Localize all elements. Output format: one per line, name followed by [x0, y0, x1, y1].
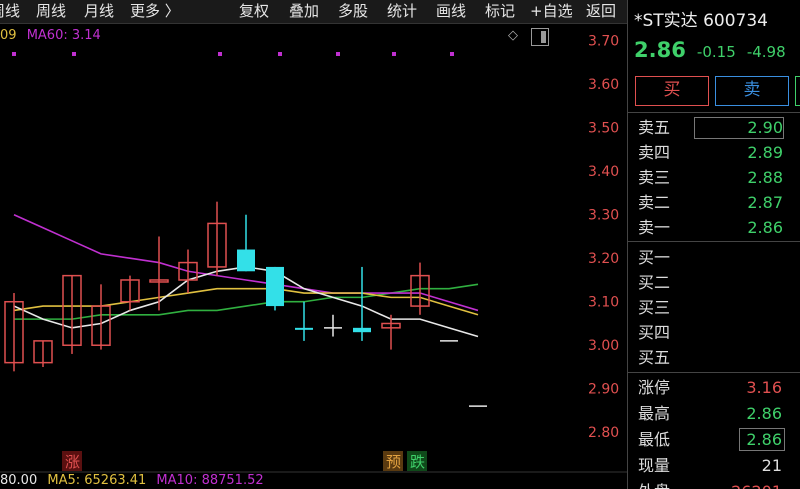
rise-marker: 涨: [65, 453, 80, 471]
draw-line-button[interactable]: 画线: [436, 1, 466, 21]
ask-row[interactable]: 卖五 2.90: [628, 116, 800, 140]
y-tick-label: 3.10: [588, 295, 619, 311]
ma-dot: [72, 52, 76, 56]
stock-title: *ST实达 600734: [634, 11, 768, 31]
ma-green-line: [14, 283, 479, 320]
add-watchlist-button[interactable]: +自选: [530, 1, 573, 21]
divider: [628, 112, 800, 113]
bid-row[interactable]: 买二: [628, 271, 800, 295]
price-row: 2.86 -0.15 -4.98: [634, 38, 786, 62]
order-level-label: 卖五: [638, 118, 671, 137]
stat-label: 外盘: [638, 480, 670, 489]
ma-dot: [392, 52, 396, 56]
fall-marker: 跌: [410, 453, 425, 471]
order-level-price: 2.89: [747, 143, 783, 162]
quote-panel: *ST实达 600734 2.86 -0.15 -4.98 买 卖 卖五 2.90…: [627, 0, 800, 489]
chart-toolbar: 周线 周线 月线 更多 〉 复权 叠加 多股 统计 画线 标记 +自选 返回: [0, 0, 627, 24]
ma-white-line: [13, 266, 479, 338]
order-level-label: 卖三: [638, 168, 671, 187]
ask-row[interactable]: 卖三 2.88: [628, 166, 800, 190]
overlay-button[interactable]: 叠加: [289, 1, 319, 21]
bid-row[interactable]: 买四: [628, 321, 800, 345]
buy-button[interactable]: 买: [635, 76, 709, 106]
mark-button[interactable]: 标记: [485, 1, 515, 21]
ma-dot: [12, 52, 16, 56]
multi-stock-button[interactable]: 多股: [338, 1, 368, 21]
ma-legend: 09 MA60: 3.14: [0, 28, 107, 43]
volume-ma10: MA10: 88751.52: [156, 473, 264, 488]
diamond-icon[interactable]: ◇: [508, 29, 520, 42]
stat-label: 涨停: [638, 378, 671, 397]
ma-dot: [336, 52, 340, 56]
y-tick-label: 3.30: [588, 208, 619, 224]
more-periods-button[interactable]: 更多 〉: [130, 1, 180, 21]
bid-row[interactable]: 买五: [628, 346, 800, 370]
order-level-label: 卖四: [638, 143, 671, 162]
stat-value: 2.86: [746, 430, 782, 449]
stat-label: 现量: [638, 456, 671, 475]
stat-label: 最低: [638, 430, 671, 449]
candle-body: [353, 327, 371, 333]
y-tick-label: 3.00: [588, 338, 619, 354]
ma30-label: 09: [0, 28, 17, 43]
order-level-price: 2.87: [747, 193, 783, 212]
period-week-button[interactable]: 周线: [36, 1, 66, 21]
y-tick-label: 2.90: [588, 382, 619, 398]
order-level-label: 买三: [638, 298, 671, 317]
divider: [628, 372, 800, 373]
volume-legend: 80.00 MA5: 65263.41 MA10: 88751.52: [0, 473, 264, 488]
ma60-label: MA60: 3.14: [26, 28, 101, 43]
order-level-price: 2.90: [747, 118, 783, 137]
stat-value: 3.16: [746, 378, 782, 397]
period-day-button[interactable]: 周线: [0, 1, 20, 21]
sell-button[interactable]: 卖: [715, 76, 789, 106]
period-month-button[interactable]: 月线: [84, 1, 114, 21]
stat-value: 21: [761, 456, 782, 475]
stat-value: 26201: [731, 480, 782, 489]
order-level-price: 2.88: [747, 168, 783, 187]
candle-body: [266, 266, 284, 307]
ask-row[interactable]: 卖四 2.89: [628, 141, 800, 165]
y-tick-label: 3.60: [588, 77, 619, 93]
order-level-price: 2.86: [747, 218, 783, 237]
kline-chart[interactable]: 3.70 3.60 3.50 3.40 3.30 3.20 3.10 3.00 2.90 2.80…: [0, 24, 627, 489]
price-change-pct: -4.98: [746, 43, 786, 61]
current-price: 2.86: [634, 38, 686, 62]
price-change: -0.15: [696, 43, 736, 61]
order-level-label: 买五: [638, 348, 671, 367]
y-tick-label: 3.50: [588, 121, 619, 137]
y-tick-label: 3.20: [588, 251, 619, 267]
stat-value: 2.86: [746, 404, 782, 423]
more-button[interactable]: [795, 76, 800, 106]
adjust-button[interactable]: 复权: [239, 1, 269, 21]
statistics-button[interactable]: 统计: [387, 1, 417, 21]
candle-body: [237, 249, 255, 272]
bid-row[interactable]: 买三: [628, 296, 800, 320]
order-level-label: 买四: [638, 323, 671, 342]
back-button[interactable]: 返回: [586, 1, 616, 21]
y-tick-label: 3.40: [588, 164, 619, 180]
order-level-label: 买一: [638, 248, 671, 267]
ask-row[interactable]: 卖一 2.86: [628, 216, 800, 240]
ma-dot: [278, 52, 282, 56]
layout-toggle-icon[interactable]: [531, 28, 549, 46]
stat-label: 最高: [638, 404, 671, 423]
order-level-label: 卖二: [638, 193, 671, 212]
bid-row[interactable]: 买一: [628, 246, 800, 270]
divider: [628, 241, 800, 242]
ask-row[interactable]: 卖二 2.87: [628, 191, 800, 215]
y-tick-label: 2.80: [588, 425, 619, 441]
order-level-label: 卖一: [638, 218, 671, 237]
forecast-marker: 预: [386, 453, 401, 471]
order-level-label: 买二: [638, 273, 671, 292]
volume-value: 80.00: [0, 473, 38, 488]
y-tick-label: 3.70: [588, 34, 619, 50]
ma-dot: [218, 52, 222, 56]
volume-ma5: MA5: 65263.41: [47, 473, 147, 488]
ma-dot: [450, 52, 454, 56]
candle-body: [295, 327, 313, 330]
